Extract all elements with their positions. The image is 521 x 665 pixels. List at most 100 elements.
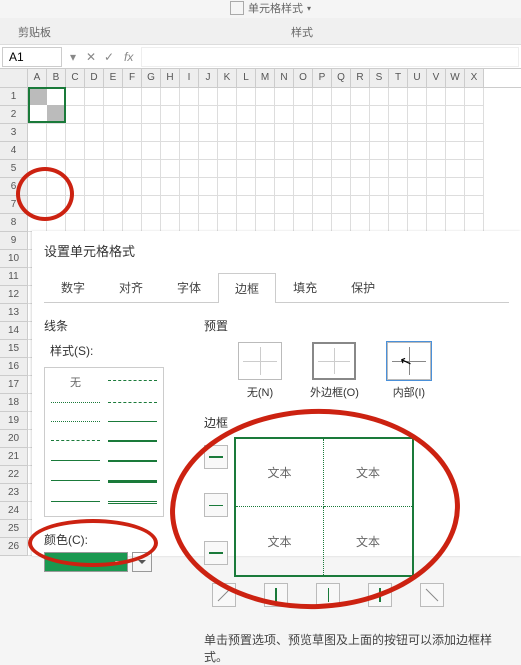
line-style-option[interactable]	[108, 495, 157, 510]
cell[interactable]	[370, 88, 389, 106]
cell[interactable]	[218, 214, 237, 232]
cell[interactable]	[275, 160, 294, 178]
cell[interactable]	[446, 124, 465, 142]
border-vmid-button[interactable]	[316, 583, 340, 607]
border-preview[interactable]: 文本 文本 文本 文本	[234, 437, 414, 577]
cell[interactable]	[180, 106, 199, 124]
cell[interactable]	[237, 142, 256, 160]
line-style-none[interactable]: 无	[51, 374, 100, 390]
cell[interactable]	[47, 124, 66, 142]
fx-icon[interactable]: fx	[118, 50, 139, 64]
cell[interactable]	[446, 142, 465, 160]
cell[interactable]	[427, 106, 446, 124]
tab-number[interactable]: 数字	[44, 272, 102, 302]
cell[interactable]	[389, 160, 408, 178]
cell[interactable]	[294, 178, 313, 196]
cell[interactable]	[313, 124, 332, 142]
cell[interactable]	[408, 88, 427, 106]
cell[interactable]	[465, 142, 484, 160]
row-header[interactable]: 9	[0, 232, 28, 250]
line-style-option[interactable]	[108, 454, 157, 468]
col-header[interactable]: U	[408, 69, 427, 87]
cell[interactable]	[256, 142, 275, 160]
row-header[interactable]: 6	[0, 178, 28, 196]
cancel-icon[interactable]: ✕	[82, 50, 100, 64]
cell[interactable]	[275, 214, 294, 232]
line-style-listbox[interactable]: 无	[44, 367, 164, 517]
line-style-option[interactable]	[51, 434, 100, 448]
cell[interactable]	[370, 214, 389, 232]
cell[interactable]	[446, 196, 465, 214]
cell[interactable]	[142, 178, 161, 196]
cell[interactable]	[142, 214, 161, 232]
confirm-icon[interactable]: ✓	[100, 50, 118, 64]
cell[interactable]	[351, 106, 370, 124]
cell[interactable]	[332, 214, 351, 232]
cell[interactable]	[142, 142, 161, 160]
col-header[interactable]: Q	[332, 69, 351, 87]
cell[interactable]	[389, 106, 408, 124]
cell[interactable]	[161, 178, 180, 196]
row-header[interactable]: 25	[0, 520, 28, 538]
cell[interactable]	[408, 160, 427, 178]
cell[interactable]	[351, 178, 370, 196]
cell[interactable]	[351, 142, 370, 160]
tab-border[interactable]: 边框	[218, 273, 276, 303]
row-header[interactable]: 20	[0, 430, 28, 448]
cell[interactable]	[256, 196, 275, 214]
cell[interactable]	[294, 160, 313, 178]
cell[interactable]	[85, 214, 104, 232]
cell[interactable]	[28, 178, 47, 196]
col-header[interactable]: T	[389, 69, 408, 87]
cell[interactable]	[446, 160, 465, 178]
cell[interactable]	[275, 106, 294, 124]
cell[interactable]	[465, 124, 484, 142]
cell[interactable]	[142, 106, 161, 124]
cell[interactable]	[85, 142, 104, 160]
row-header[interactable]: 24	[0, 502, 28, 520]
col-header[interactable]: R	[351, 69, 370, 87]
cell[interactable]	[161, 124, 180, 142]
cell[interactable]	[465, 88, 484, 106]
cell[interactable]	[256, 178, 275, 196]
cell[interactable]	[256, 88, 275, 106]
border-bottom-button[interactable]	[204, 541, 228, 565]
col-header[interactable]: L	[237, 69, 256, 87]
cell[interactable]	[237, 178, 256, 196]
row-header[interactable]: 3	[0, 124, 28, 142]
cell[interactable]	[294, 124, 313, 142]
cell[interactable]	[446, 88, 465, 106]
row-header[interactable]: 10	[0, 250, 28, 268]
border-diag-up-button[interactable]	[212, 583, 236, 607]
cell[interactable]	[256, 160, 275, 178]
row-header[interactable]: 11	[0, 268, 28, 286]
border-top-button[interactable]	[204, 445, 228, 469]
cell[interactable]	[256, 214, 275, 232]
cell[interactable]	[389, 88, 408, 106]
worksheet[interactable]: ABCDEFGHIJKLMNOPQRSTUVWX 123456789101112…	[0, 69, 521, 556]
row-header[interactable]: 14	[0, 322, 28, 340]
tab-fill[interactable]: 填充	[276, 272, 334, 302]
cell[interactable]	[85, 106, 104, 124]
cell[interactable]	[218, 178, 237, 196]
color-dropdown-button[interactable]	[132, 552, 152, 572]
cell[interactable]	[370, 160, 389, 178]
cell[interactable]	[104, 160, 123, 178]
cell[interactable]	[199, 196, 218, 214]
cell[interactable]	[256, 124, 275, 142]
cell[interactable]	[180, 88, 199, 106]
cell[interactable]	[427, 88, 446, 106]
row-header[interactable]: 19	[0, 412, 28, 430]
cell[interactable]	[66, 142, 85, 160]
col-header[interactable]: D	[85, 69, 104, 87]
formula-bar[interactable]	[141, 47, 519, 67]
cell[interactable]	[237, 160, 256, 178]
cell[interactable]	[275, 88, 294, 106]
cell[interactable]	[294, 88, 313, 106]
cell[interactable]	[237, 214, 256, 232]
line-style-option[interactable]	[51, 454, 100, 468]
cell[interactable]	[142, 196, 161, 214]
cell[interactable]	[47, 142, 66, 160]
cell[interactable]	[427, 142, 446, 160]
cell[interactable]	[199, 88, 218, 106]
